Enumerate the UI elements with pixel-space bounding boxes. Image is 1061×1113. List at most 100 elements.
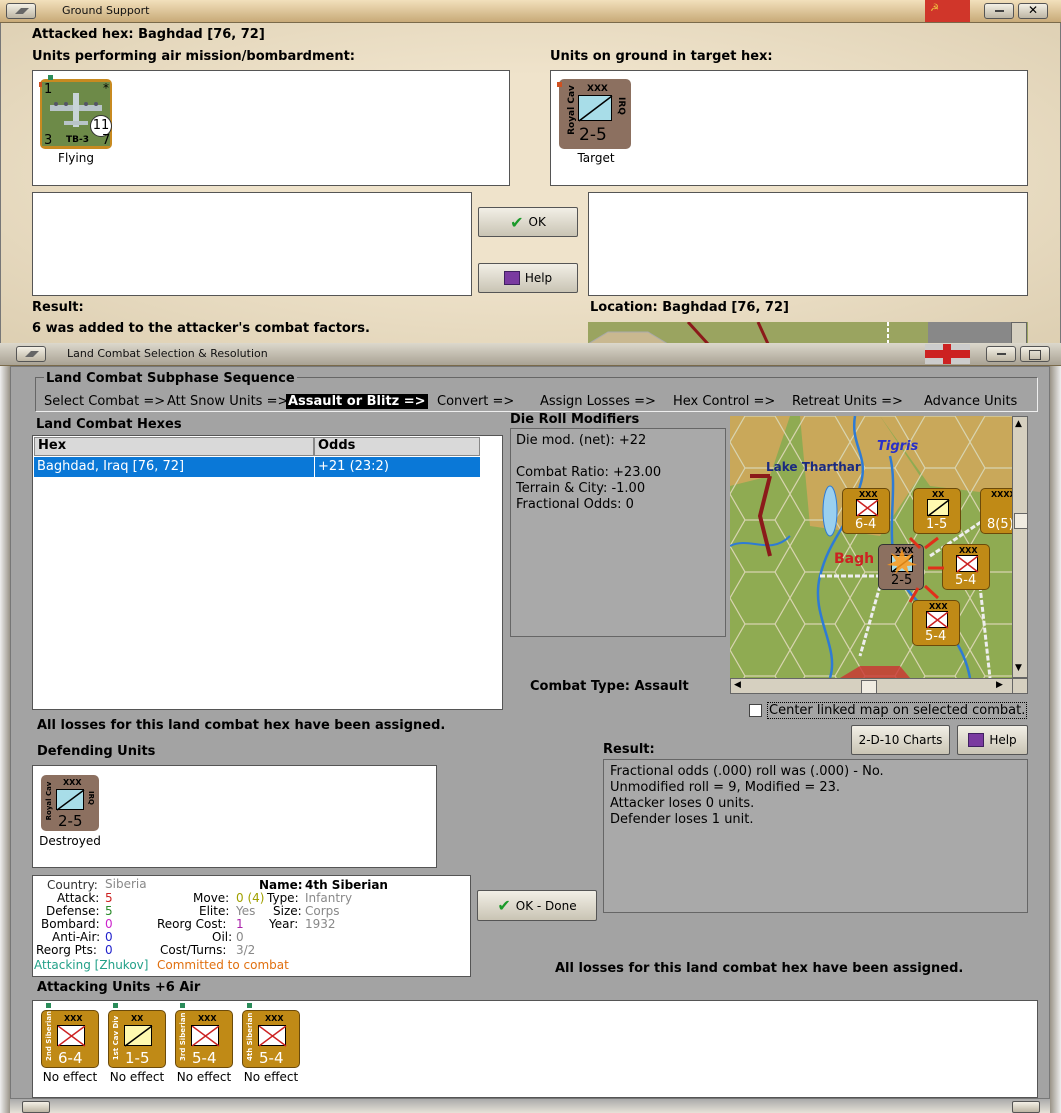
attacker-size: XXX	[198, 1014, 217, 1023]
reorg-label: Reorg Pts:	[36, 943, 97, 957]
bombard-label: Bombard:	[41, 917, 100, 931]
infantry-symbol-icon	[956, 555, 979, 573]
defender-strength: 2-5	[58, 812, 83, 830]
ok-button-label: OK	[528, 215, 546, 229]
help-book-icon	[968, 733, 985, 747]
attacker-counter[interactable]: XXX 4th Siberian 5-4	[242, 1003, 300, 1068]
map-unit-counter[interactable]: XXXX 8(5)	[980, 488, 1013, 534]
window-title: Ground Support	[62, 4, 150, 17]
location-map-preview	[588, 322, 1028, 344]
close-button[interactable]: ✕	[1018, 3, 1048, 19]
scroll-right-arrow-icon[interactable]: ▶	[996, 680, 1003, 690]
attacker-status: No effect	[243, 1070, 299, 1084]
scroll-left-arrow-icon[interactable]: ◀	[734, 680, 741, 690]
ok-done-button[interactable]: ✔ OK - Done	[477, 890, 597, 921]
attacker-name: 4th Siberian	[246, 1012, 254, 1061]
window-menu-button[interactable]	[16, 346, 46, 362]
scroll-up-arrow-icon[interactable]: ▲	[1015, 419, 1022, 429]
location-label: Location: Baghdad [76, 72]	[590, 300, 789, 315]
unit-marker-icon	[46, 1003, 51, 1008]
bottom-scroll-left-icon[interactable]	[22, 1101, 50, 1113]
attacker-counter[interactable]: XXX 2nd Siberian 6-4	[41, 1003, 99, 1068]
charts-button[interactable]: 2-D-10 Charts	[851, 725, 950, 755]
hex-cell: Baghdad, Iraq [76, 72]	[37, 459, 185, 474]
defender-name: Royal Cav	[45, 781, 53, 821]
map-unit-size: XX	[932, 490, 945, 499]
help-book-icon	[503, 271, 520, 285]
committed-status: Committed to combat	[157, 958, 289, 972]
help-button[interactable]: Help	[478, 263, 578, 293]
result-line: Unmodified roll = 9, Modified = 23.	[610, 780, 841, 795]
name-value: 4th Siberian	[305, 878, 388, 892]
result-line: Fractional odds (.000) roll was (.000) -…	[610, 764, 884, 779]
window-left-frame	[0, 366, 10, 1113]
elite-label: Elite:	[199, 904, 230, 918]
cavalry-symbol-icon	[56, 789, 85, 811]
air-unit-counter[interactable]: 1 * 11 TB-3 3 7	[39, 75, 112, 149]
oil-value: 0	[236, 930, 244, 944]
attacker-counter[interactable]: XX 1st Cav Div 1-5	[108, 1003, 166, 1068]
subphase-step[interactable]: Select Combat =>	[44, 394, 165, 409]
subphase-step[interactable]: Assign Losses =>	[540, 394, 656, 409]
attacker-counter[interactable]: XXX 3rd Siberian 5-4	[175, 1003, 233, 1068]
window-title: Land Combat Selection & Resolution	[67, 347, 268, 360]
infantry-symbol-icon	[856, 499, 879, 517]
subphase-title: Land Combat Subphase Sequence	[44, 371, 297, 386]
center-map-label[interactable]: Center linked map on selected combat.	[767, 702, 1028, 719]
subphase-step-active[interactable]: Assault or Blitz =>	[286, 394, 428, 409]
location-map-scrollbar[interactable]	[1011, 322, 1027, 344]
map-unit-strength: 5-4	[925, 629, 947, 644]
attacker-size: XX	[131, 1014, 144, 1023]
minimize-button[interactable]	[984, 3, 1014, 19]
charts-button-label: 2-D-10 Charts	[858, 733, 943, 747]
land-combat-titlebar[interactable]: Land Combat Selection & Resolution	[0, 343, 1061, 366]
ok-button[interactable]: ✔ OK	[478, 207, 578, 237]
bottom-scroll-right-icon[interactable]	[1012, 1101, 1040, 1113]
checkmark-icon: ✔	[497, 896, 511, 915]
oil-label: Oil:	[212, 930, 233, 944]
target-unit-counter[interactable]: XXX Royal Cav IRQ 2-5	[557, 79, 631, 149]
reorg-cost-value: 1	[236, 917, 244, 931]
air-unit-status: Flying	[58, 151, 94, 165]
subphase-step[interactable]: Advance Units	[924, 394, 1017, 409]
scroll-thumb[interactable]	[1014, 513, 1028, 529]
target-unit-nation: IRQ	[616, 97, 626, 115]
map-vertical-scrollbar[interactable]: ▲ ▼	[1012, 416, 1028, 678]
ground-support-titlebar[interactable]: Ground Support ☭ ✕	[0, 0, 1061, 23]
minimize-button[interactable]	[986, 346, 1016, 362]
subphase-step[interactable]: Retreat Units =>	[792, 394, 903, 409]
subphase-step[interactable]: Convert =>	[437, 394, 514, 409]
defense-value: 5	[105, 904, 113, 918]
restore-button[interactable]	[1020, 346, 1050, 362]
attack-value: 5	[105, 891, 113, 905]
country-label: Country:	[47, 878, 98, 892]
scroll-thumb[interactable]	[861, 680, 877, 694]
ground-details-box	[588, 192, 1028, 296]
defender-counter[interactable]: XXX Royal Cav IRQ 2-5	[41, 775, 99, 831]
move-label: Move:	[193, 891, 230, 905]
help-button[interactable]: Help	[957, 725, 1028, 755]
move-value: 0 (4)	[236, 891, 265, 905]
help-button-label: Help	[989, 733, 1017, 747]
hex-column-header[interactable]: Hex	[34, 437, 314, 456]
map-horizontal-scrollbar[interactable]: ◀ ▶	[730, 678, 1013, 694]
combat-type: Combat Type: Assault	[530, 679, 689, 694]
cavalry-symbol-icon	[927, 499, 950, 517]
subphase-step[interactable]: Att Snow Units =>	[167, 394, 288, 409]
odds-column-header[interactable]: Odds	[314, 437, 480, 456]
attack-label: Attack:	[57, 891, 100, 905]
map-unit-strength: 8(5)	[987, 517, 1013, 532]
nation-flag-icon: ☭	[925, 0, 970, 22]
window-menu-button[interactable]	[6, 3, 36, 19]
attacker-size: XXX	[64, 1014, 83, 1023]
unit-marker-icon	[557, 82, 562, 87]
year-value: 1932	[305, 917, 336, 931]
scroll-down-arrow-icon[interactable]: ▼	[1015, 663, 1022, 673]
reorg-cost-label: Reorg Cost:	[157, 917, 227, 931]
combat-map[interactable]: Tigris Lake Tharthar Bagh XXX 6-4 XX 1-5…	[730, 416, 1013, 678]
center-map-checkbox[interactable]	[749, 704, 762, 717]
unit-marker-icon	[113, 1003, 118, 1008]
subphase-step[interactable]: Hex Control =>	[673, 394, 775, 409]
year-label: Year:	[269, 917, 299, 931]
table-row[interactable]: Baghdad, Iraq [76, 72] +21 (23:2)	[34, 457, 480, 477]
